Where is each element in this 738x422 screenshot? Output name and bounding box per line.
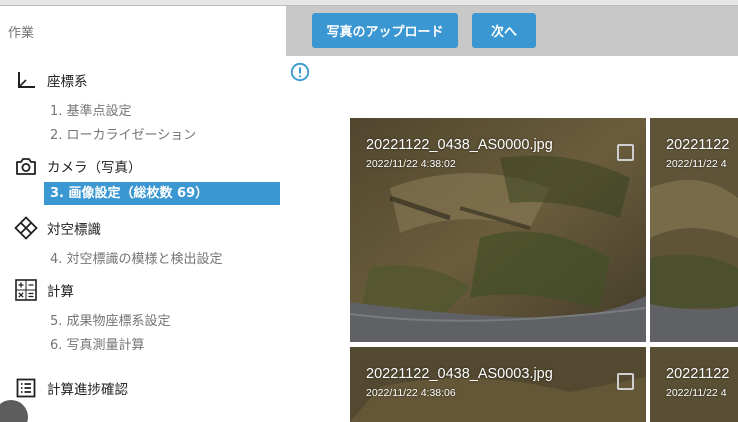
toolbar: 写真のアップロード 次へ: [286, 6, 738, 56]
aerial-photo: [350, 347, 646, 422]
axis-icon: [14, 68, 38, 92]
sidebar-item-marker-pattern[interactable]: 4. 対空標識の模様と検出設定: [50, 248, 223, 267]
list-icon: [14, 376, 38, 400]
target-marker-icon: [14, 216, 38, 240]
info-icon[interactable]: [290, 62, 310, 86]
camera-icon: [14, 154, 38, 178]
photo-select-checkbox[interactable]: [617, 373, 634, 390]
photo-filename: 20221122: [666, 366, 730, 382]
aerial-photo: [650, 347, 738, 422]
sidebar-item-control-points[interactable]: 1. 基準点設定: [50, 100, 132, 119]
sidebar-item-localization[interactable]: 2. ローカライゼーション: [50, 124, 196, 143]
sidebar-item-image-settings[interactable]: 3. 画像設定（総枚数 69）: [44, 182, 280, 205]
sidebar-item-photogrammetry[interactable]: 6. 写真測量計算: [50, 334, 145, 353]
section-ground-markers[interactable]: 対空標識: [14, 216, 101, 240]
section-camera[interactable]: カメラ（写真）: [14, 154, 142, 178]
calculator-icon: [14, 278, 38, 302]
section-label: 座標系: [47, 74, 88, 90]
photo-card[interactable]: 20221122 2022/11/22 4: [650, 347, 738, 422]
sidebar-title: 作業: [8, 26, 35, 41]
photo-card[interactable]: 20221122 2022/11/22 4: [650, 118, 738, 342]
photo-filename: 20221122_0438_AS0003.jpg: [366, 366, 553, 382]
photo-select-checkbox[interactable]: [617, 144, 634, 161]
section-calculation[interactable]: 計算: [14, 278, 74, 302]
section-label: 計算: [47, 284, 74, 300]
section-progress[interactable]: 計算進捗確認: [14, 376, 128, 400]
sidebar-item-output-coordinates[interactable]: 5. 成果物座標系設定: [50, 310, 171, 329]
section-label: 対空標識: [47, 222, 101, 238]
next-button[interactable]: 次へ: [472, 13, 536, 48]
photo-datetime: 2022/11/22 4: [666, 158, 727, 170]
task-sidebar: 作業 座標系 1. 基準点設定 2. ローカライゼーション カメラ（写真） 3.…: [0, 6, 286, 422]
photo-card[interactable]: 20221122_0438_AS0003.jpg 2022/11/22 4:38…: [350, 347, 646, 422]
photo-filename: 20221122_0438_AS0000.jpg: [366, 137, 553, 153]
photo-card[interactable]: 20221122_0438_AS0000.jpg 2022/11/22 4:38…: [350, 118, 646, 342]
upload-photos-button[interactable]: 写真のアップロード: [312, 13, 458, 48]
photo-datetime: 2022/11/22 4:38:02: [366, 158, 456, 170]
app-window: 作業 座標系 1. 基準点設定 2. ローカライゼーション カメラ（写真） 3.…: [0, 0, 738, 422]
photo-filename: 20221122: [666, 137, 730, 153]
section-coordinate-system[interactable]: 座標系: [14, 68, 88, 92]
section-label: カメラ（写真）: [47, 160, 142, 176]
photo-datetime: 2022/11/22 4:38:06: [366, 387, 456, 399]
photo-datetime: 2022/11/22 4: [666, 387, 727, 399]
section-label: 計算進捗確認: [47, 382, 128, 398]
